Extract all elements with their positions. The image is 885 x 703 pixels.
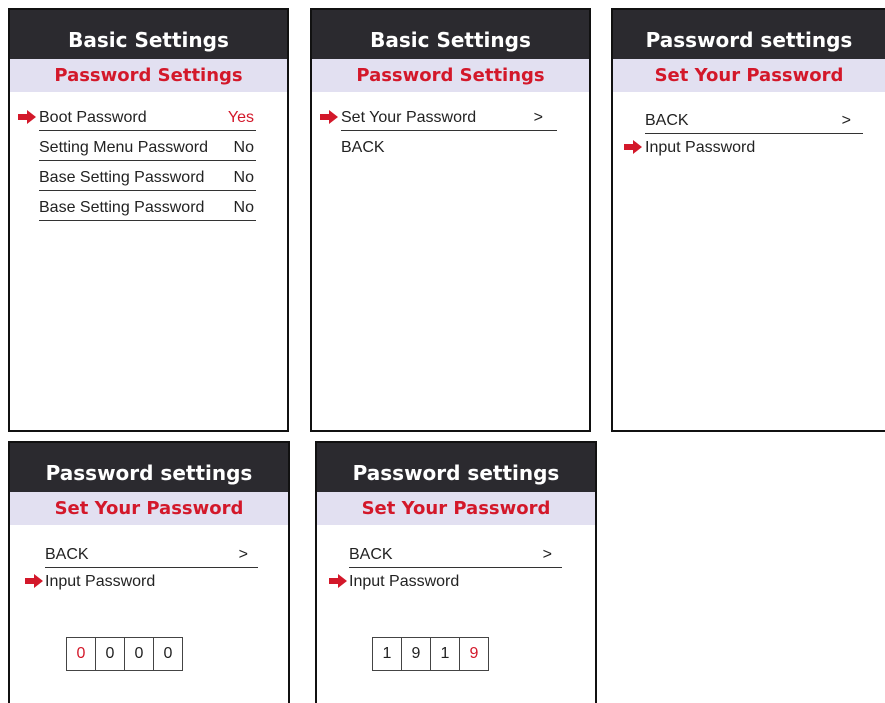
screen-password-entry-filled: Password settings Set Your Password BACK… xyxy=(315,441,597,703)
screen-subtitle: Password Settings xyxy=(10,59,287,92)
screen-title: Basic Settings xyxy=(10,10,287,59)
password-digit-3[interactable]: 0 xyxy=(125,638,154,670)
password-digit-2[interactable]: 9 xyxy=(402,638,431,670)
password-digit-input[interactable]: 0 0 0 0 xyxy=(66,637,183,671)
menu-item-set-your-password[interactable]: Set Your Password > xyxy=(341,101,557,131)
screen-password-entry-initial: Password settings Set Your Password BACK… xyxy=(8,441,290,703)
selection-arrow-icon xyxy=(320,110,338,124)
menu-item-value: Yes xyxy=(227,109,254,126)
chevron-right-icon: > xyxy=(238,546,248,563)
menu-item-label: Boot Password xyxy=(39,109,147,126)
screen-subtitle: Set Your Password xyxy=(613,59,885,92)
password-digit-input[interactable]: 1 9 1 9 xyxy=(372,637,489,671)
menu-item-boot-password[interactable]: Boot Password Yes xyxy=(39,101,256,131)
menu-item-label: Input Password xyxy=(349,573,460,590)
menu-item-back[interactable]: BACK > xyxy=(349,538,562,568)
menu-item-value: No xyxy=(233,169,254,186)
menu-item-label: Base Setting Password xyxy=(39,199,205,216)
screen-title: Password settings xyxy=(317,443,595,492)
selection-arrow-icon xyxy=(18,110,36,124)
menu-item-base-setting-password[interactable]: Base Setting Password No xyxy=(39,161,256,191)
screen-title: Basic Settings xyxy=(312,10,589,59)
menu-item-setting-menu-password[interactable]: Setting Menu Password No xyxy=(39,131,256,161)
password-digit-1[interactable]: 1 xyxy=(373,638,402,670)
password-digit-4[interactable]: 0 xyxy=(154,638,182,670)
menu-item-value: No xyxy=(233,139,254,156)
menu-item-label: Input Password xyxy=(45,573,156,590)
screen-subtitle: Password Settings xyxy=(312,59,589,92)
chevron-right-icon: > xyxy=(533,109,543,126)
password-digit-2[interactable]: 0 xyxy=(96,638,125,670)
menu-item-label: BACK xyxy=(349,546,393,563)
selection-arrow-icon xyxy=(329,574,347,588)
menu-item-input-password[interactable]: Input Password xyxy=(349,565,562,595)
selection-arrow-icon xyxy=(624,140,642,154)
menu-item-value: No xyxy=(233,199,254,216)
selection-arrow-icon xyxy=(25,574,43,588)
menu-item-label: BACK xyxy=(45,546,89,563)
menu-item-back[interactable]: BACK > xyxy=(45,538,258,568)
chevron-right-icon: > xyxy=(841,112,851,129)
menu-item-base-setting-password-2[interactable]: Base Setting Password No xyxy=(39,191,256,221)
divider xyxy=(39,220,256,221)
menu-item-back[interactable]: BACK > xyxy=(645,104,863,134)
menu-item-back[interactable]: BACK xyxy=(341,131,557,161)
menu-item-label: Input Password xyxy=(645,139,756,156)
screen-basic-settings-password-list: Basic Settings Password Settings Boot Pa… xyxy=(8,8,289,432)
chevron-right-icon: > xyxy=(542,546,552,563)
password-digit-4[interactable]: 9 xyxy=(460,638,488,670)
screen-subtitle: Set Your Password xyxy=(10,492,288,525)
password-digit-3[interactable]: 1 xyxy=(431,638,460,670)
menu-item-input-password[interactable]: Input Password xyxy=(645,131,863,161)
password-digit-1[interactable]: 0 xyxy=(67,638,96,670)
menu-item-input-password[interactable]: Input Password xyxy=(45,565,258,595)
menu-item-label: BACK xyxy=(341,139,385,156)
screen-basic-settings-set-password: Basic Settings Password Settings Set You… xyxy=(310,8,591,432)
menu-item-label: BACK xyxy=(645,112,689,129)
menu-item-label: Set Your Password xyxy=(341,109,477,126)
screen-title: Password settings xyxy=(10,443,288,492)
screen-password-settings-menu: Password settings Set Your Password BACK… xyxy=(611,8,885,432)
screen-subtitle: Set Your Password xyxy=(317,492,595,525)
menu-item-label: Base Setting Password xyxy=(39,169,205,186)
menu-item-label: Setting Menu Password xyxy=(39,139,208,156)
screen-title: Password settings xyxy=(613,10,885,59)
